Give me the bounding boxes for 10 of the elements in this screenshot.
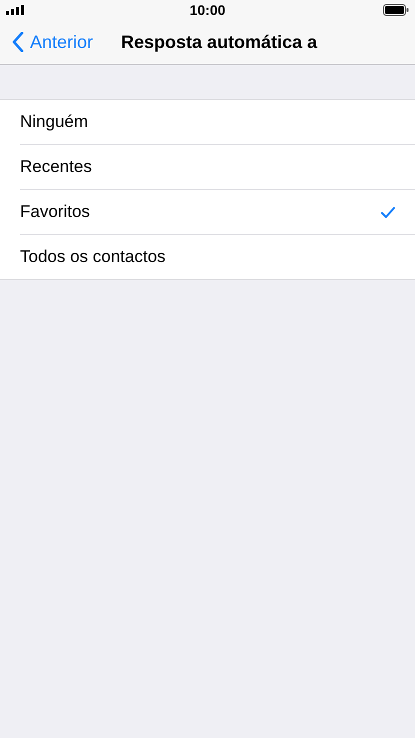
nav-title: Resposta automática a <box>121 32 318 52</box>
option-row[interactable]: Todos os contactos <box>20 235 415 279</box>
option-row[interactable]: Favoritos <box>20 190 415 235</box>
chevron-left-icon <box>12 32 24 52</box>
status-time: 10:00 <box>190 2 226 18</box>
option-row[interactable]: Recentes <box>20 145 415 190</box>
back-button[interactable]: Anterior <box>8 32 98 52</box>
battery-icon <box>383 4 409 16</box>
signal-icon <box>6 5 24 15</box>
option-row[interactable]: Ninguém <box>20 100 415 145</box>
